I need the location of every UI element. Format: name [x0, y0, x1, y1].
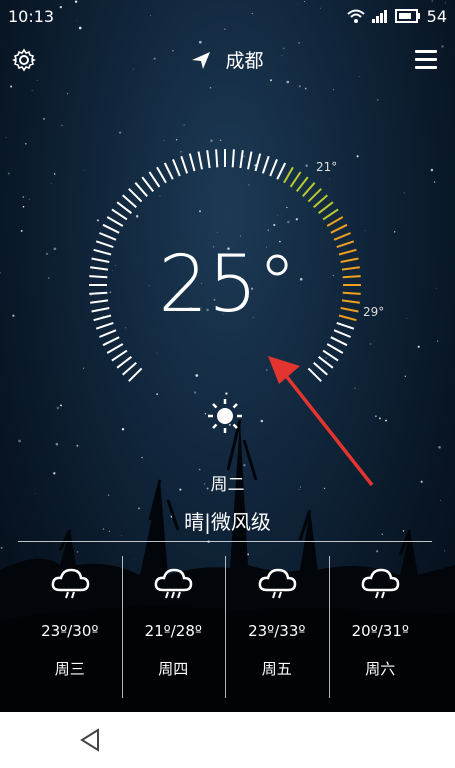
- annotation-red-arrow: [268, 356, 374, 487]
- back-triangle-icon[interactable]: [78, 728, 102, 752]
- weather-screen: 10:13 54 成都 21° 29° 25° 周二 晴|微风级 23º/30º…: [0, 0, 455, 712]
- navigation-bar: [0, 712, 455, 768]
